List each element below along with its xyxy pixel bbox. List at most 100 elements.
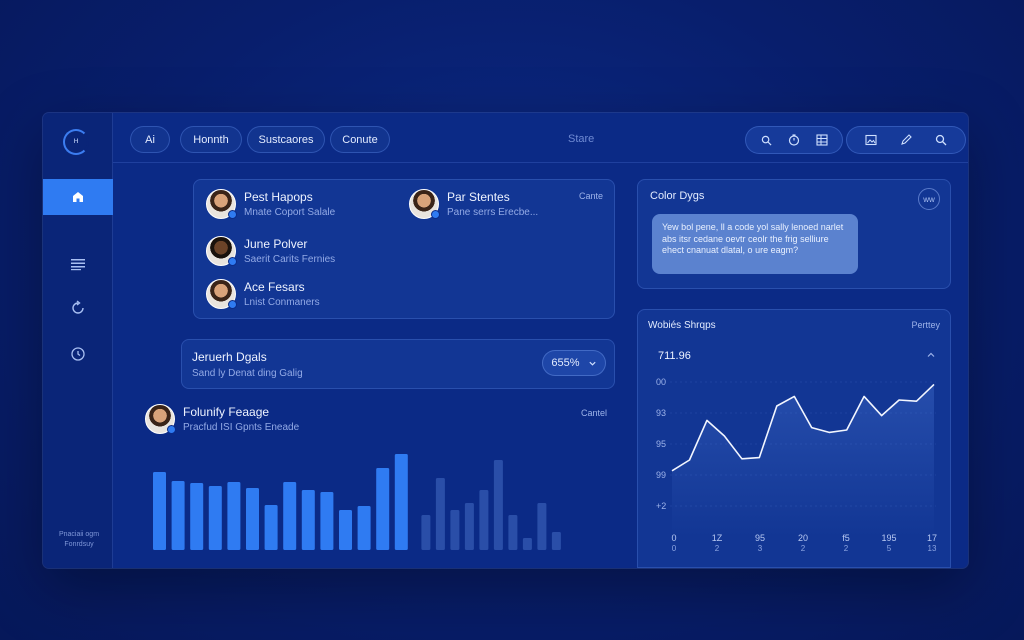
activity-bar-chart [153, 454, 561, 550]
image-button[interactable] [860, 129, 882, 151]
contact-item[interactable]: June Polver Saerit Carits Fernies [206, 236, 335, 266]
percent-value: 655% [551, 357, 580, 369]
timer-button[interactable] [783, 129, 805, 151]
app-window: ᴴ Pnaciaii ogm Fonrdsuy Ai Honnth Sustca… [43, 113, 968, 568]
list-icon [71, 259, 85, 271]
global-search-button[interactable] [930, 129, 952, 151]
contact-sub: Lnist Conmaners [244, 297, 320, 308]
x-tick-sublabel: 13 [928, 544, 937, 553]
tab-honnth[interactable]: Honnth [180, 126, 242, 153]
activity-bar [301, 490, 315, 550]
activity-bar [339, 510, 352, 550]
activity-bar [264, 505, 278, 550]
activity-bar-secondary [493, 460, 503, 550]
sidebar-item-home[interactable] [43, 179, 113, 215]
grid-button[interactable] [811, 129, 833, 151]
online-indicator [228, 300, 237, 309]
grid-icon [816, 134, 828, 146]
y-tick-label: 95 [656, 439, 666, 449]
contact-item[interactable]: Par Stentes Pane serrs Erecbe... [409, 189, 538, 219]
chat-card: Color Dygs ww Yew bol pene, ll a code yo… [637, 179, 951, 289]
toolbar-group-left [745, 126, 843, 154]
x-tick-sublabel: 0 [672, 544, 677, 553]
line-chart: 00939599+2001Z2953202f5219551713 [656, 377, 937, 553]
timer-icon [788, 134, 800, 146]
tab-sustcaores[interactable]: Sustcaores [247, 126, 325, 153]
sidebar-item-sync[interactable] [43, 290, 113, 326]
activity-bar [190, 483, 204, 550]
chevron-down-icon [588, 361, 596, 366]
avatar [206, 236, 237, 266]
contact-sub: Mnate Coport Salale [244, 207, 336, 218]
activity-bar-secondary [551, 532, 561, 550]
activity-bar [394, 454, 408, 550]
contact-item[interactable]: Pest Hapops Mnate Coport Salale [206, 189, 335, 219]
refresh-icon [72, 300, 84, 314]
contact-name: Pest Hapops [244, 190, 313, 204]
home-icon [73, 192, 83, 202]
activity-bar [227, 482, 241, 550]
activity-bar [320, 492, 334, 550]
tab-conute[interactable]: Conute [330, 126, 390, 153]
activity-bar-secondary [537, 503, 547, 550]
topbar-title: Stare [568, 133, 595, 145]
activity-bar [153, 472, 166, 550]
chat-message-bubble: Yew bol pene, ll a code yol sally lenoed… [652, 214, 858, 274]
toolbar-group-right [846, 126, 966, 154]
avatar [206, 189, 237, 219]
activity-bar [376, 468, 390, 550]
chat-title: Color Dygs [650, 190, 705, 202]
activity-bar-secondary [435, 478, 445, 550]
deals-title: Jeruerh Dgals [192, 350, 267, 364]
y-tick-label: 93 [656, 408, 666, 418]
contact-name: Par Stentes [447, 190, 510, 204]
activity-bar-secondary [464, 503, 474, 550]
x-tick-sublabel: 2 [844, 544, 849, 553]
online-indicator [431, 210, 440, 219]
x-tick-label: f5 [842, 533, 850, 543]
search-icon [936, 134, 947, 146]
contact-name: June Polver [244, 237, 308, 251]
activity-bar [171, 481, 185, 550]
online-indicator [228, 257, 237, 266]
tab-ai[interactable]: Ai [130, 126, 170, 153]
pen-button[interactable] [895, 129, 917, 151]
pen-icon [901, 134, 912, 145]
activity-bar [246, 488, 259, 550]
x-tick-sublabel: 3 [758, 544, 763, 553]
deals-card: Jeruerh Dgals Sand ly Denat ding Galig 6… [181, 339, 615, 389]
contact-sub: Pane serrs Erecbe... [447, 207, 539, 218]
topbar: Ai Honnth Sustcaores Conute Stare [113, 113, 968, 163]
avatar [206, 279, 237, 309]
percent-dropdown[interactable]: 655% [542, 350, 606, 376]
image-icon [865, 134, 877, 146]
activity-bar [357, 506, 371, 550]
x-tick-label: 195 [881, 533, 896, 543]
search-icon [761, 135, 772, 146]
x-tick-sublabel: 2 [801, 544, 806, 553]
x-tick-label: 20 [798, 533, 808, 543]
activity-bar-secondary [479, 490, 489, 550]
chat-badge[interactable]: ww [918, 188, 940, 210]
line-chart-card: Wobiés Shrqps Perttey 711.96 00 93 95 99 +2 0… [637, 309, 951, 568]
contact-item[interactable]: Ace Fesars Lnist Conmaners [206, 279, 320, 309]
app-logo[interactable]: ᴴ [63, 129, 89, 155]
sidebar-item-list[interactable] [43, 246, 113, 282]
online-indicator [228, 210, 237, 219]
search-button[interactable] [755, 129, 777, 151]
cancel-link[interactable]: Cante [579, 191, 603, 201]
activity-bar-secondary [450, 510, 460, 550]
x-tick-sublabel: 2 [715, 544, 720, 553]
activity-bar [283, 482, 297, 550]
x-tick-sublabel: 5 [887, 544, 892, 553]
activity-bar-secondary [421, 515, 431, 550]
activity-bar-secondary [522, 538, 532, 550]
sidebar: ᴴ Pnaciaii ogm Fonrdsuy [43, 113, 113, 568]
logo-text: ᴴ [74, 137, 78, 147]
sidebar-footer: Pnaciaii ogm Fonrdsuy [58, 531, 100, 548]
contact-name: Ace Fesars [244, 280, 305, 294]
sidebar-item-history[interactable] [43, 336, 113, 372]
activity-bar [208, 486, 222, 550]
x-tick-label: 17 [927, 533, 937, 543]
series-area [672, 384, 934, 538]
